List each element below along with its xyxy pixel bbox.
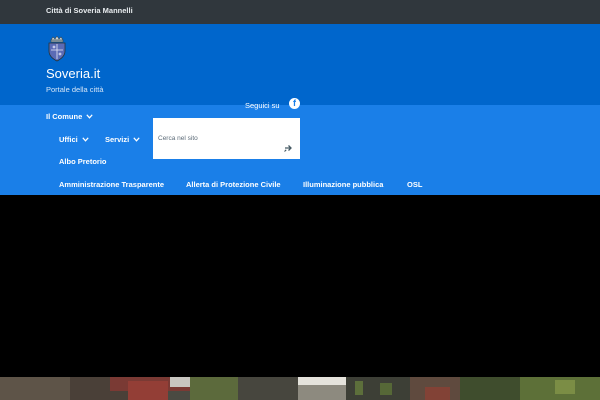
nav-amministrazione-trasparente[interactable]: Amministrazione Trasparente <box>59 180 164 189</box>
site-header: Soveria.it Portale della città <box>0 24 600 105</box>
search-arrow-icon[interactable] <box>283 143 293 153</box>
nav-illuminazione-pubblica[interactable]: Illuminazione pubblica <box>303 180 383 189</box>
nav-il-comune-label: Il Comune <box>46 112 83 121</box>
nav-allerta-protezione-civile[interactable]: Allerta di Protezione Civile <box>186 180 281 189</box>
chevron-down-icon <box>133 137 140 142</box>
top-bar: Città di Soveria Mannelli <box>0 0 600 24</box>
chevron-down-icon <box>82 137 89 142</box>
nav-osl[interactable]: OSL <box>407 180 422 189</box>
nav-uffici-label: Uffici <box>59 135 78 144</box>
chevron-down-icon <box>86 114 93 119</box>
region-label[interactable]: Città di Soveria Mannelli <box>46 6 133 15</box>
nav-servizi[interactable]: Servizi <box>105 135 140 144</box>
site-title[interactable]: Soveria.it <box>46 66 100 81</box>
search-input[interactable] <box>158 132 276 144</box>
nav-il-comune[interactable]: Il Comune <box>46 112 93 121</box>
nav-uffici[interactable]: Uffici <box>59 135 89 144</box>
coat-of-arms-icon[interactable] <box>46 36 68 62</box>
search-box[interactable] <box>153 118 300 159</box>
nav-servizi-label: Servizi <box>105 135 130 144</box>
facebook-icon[interactable]: f <box>289 98 300 109</box>
hero-media-area <box>0 195 600 377</box>
site-subtitle: Portale della città <box>46 85 104 94</box>
social-label: Seguici su <box>245 101 280 110</box>
nav-albo-pretorio[interactable]: Albo Pretorio <box>59 157 107 166</box>
town-aerial-photo <box>0 377 600 400</box>
